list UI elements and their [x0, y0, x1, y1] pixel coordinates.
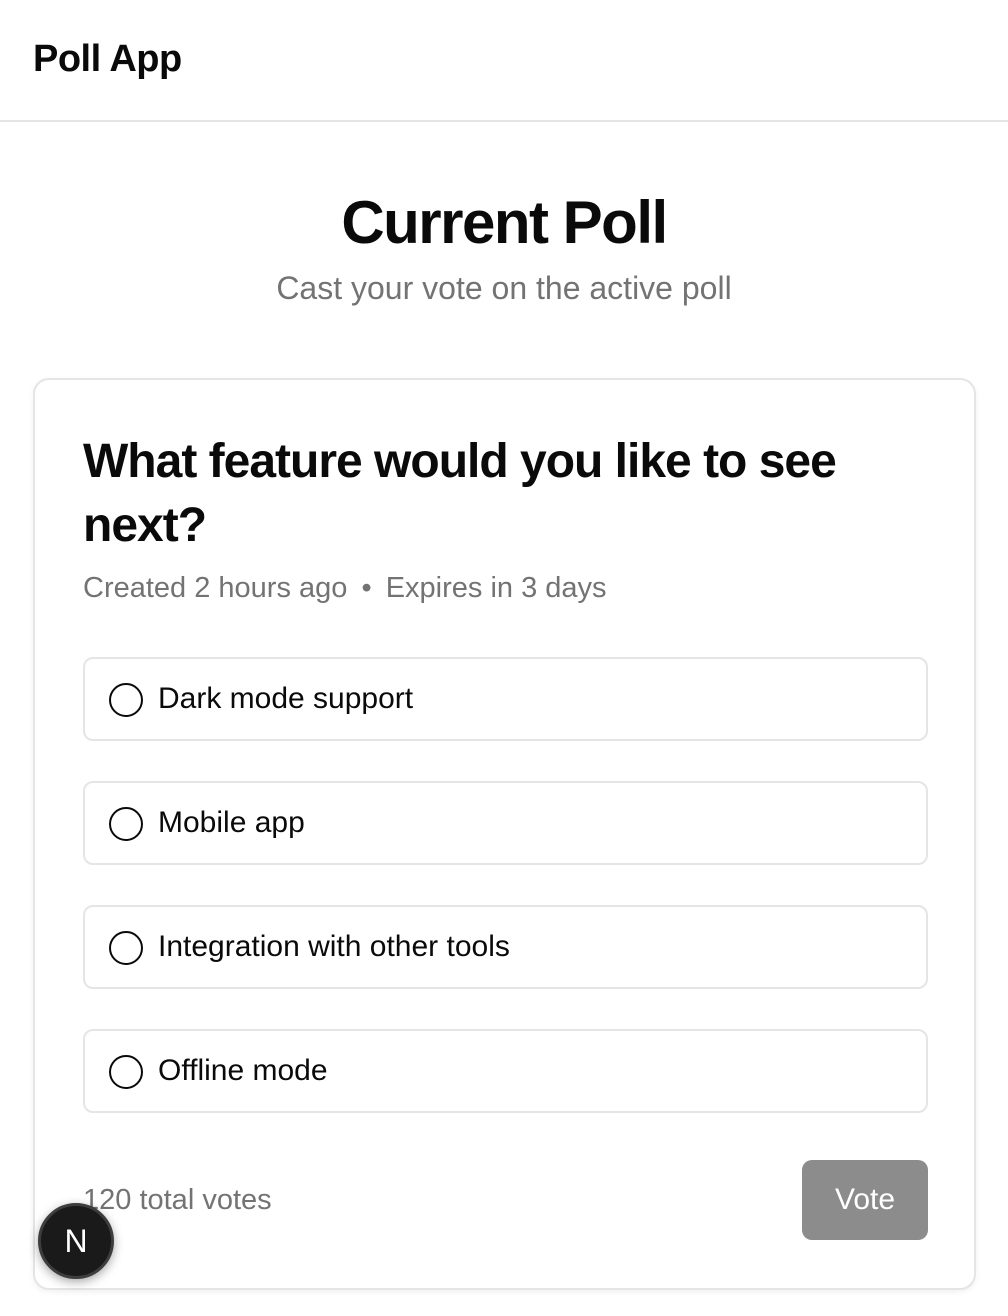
poll-card: What feature would you like to see next?…: [33, 378, 976, 1290]
app-title[interactable]: Poll App: [33, 38, 182, 81]
poll-option-mobile-app[interactable]: Mobile app: [83, 781, 928, 865]
radio-button[interactable]: [109, 931, 143, 965]
poll-option-dark-mode[interactable]: Dark mode support: [83, 657, 928, 741]
page-subtitle: Cast your vote on the active poll: [276, 270, 732, 306]
option-label: Dark mode support: [158, 682, 414, 715]
poll-options: Dark mode support Mobile app Integration…: [83, 657, 928, 1153]
vote-button[interactable]: Vote: [802, 1160, 928, 1240]
option-label: Offline mode: [158, 1054, 328, 1087]
poll-question: What feature would you like to see next?: [83, 435, 837, 552]
nextjs-icon[interactable]: N: [38, 1203, 114, 1279]
poll-option-offline-mode[interactable]: Offline mode: [83, 1029, 928, 1113]
poll-expires: Expires in 3 days: [385, 572, 607, 604]
page-title: Current Poll: [341, 189, 668, 256]
meta-separator: •: [361, 572, 372, 604]
poll-meta: Created 2 hours ago • Expires in 3 days: [83, 572, 607, 605]
poll-created: Created 2 hours ago: [83, 572, 348, 604]
badge-letter: N: [64, 1222, 88, 1259]
radio-button[interactable]: [109, 683, 143, 717]
radio-button[interactable]: [109, 807, 143, 841]
poll-option-integration[interactable]: Integration with other tools: [83, 905, 928, 989]
option-label: Integration with other tools: [158, 930, 510, 963]
top-bar: Poll App: [0, 0, 1008, 122]
option-label: Mobile app: [158, 806, 305, 839]
total-votes: 120 total votes: [83, 1184, 272, 1216]
radio-button[interactable]: [109, 1055, 143, 1089]
